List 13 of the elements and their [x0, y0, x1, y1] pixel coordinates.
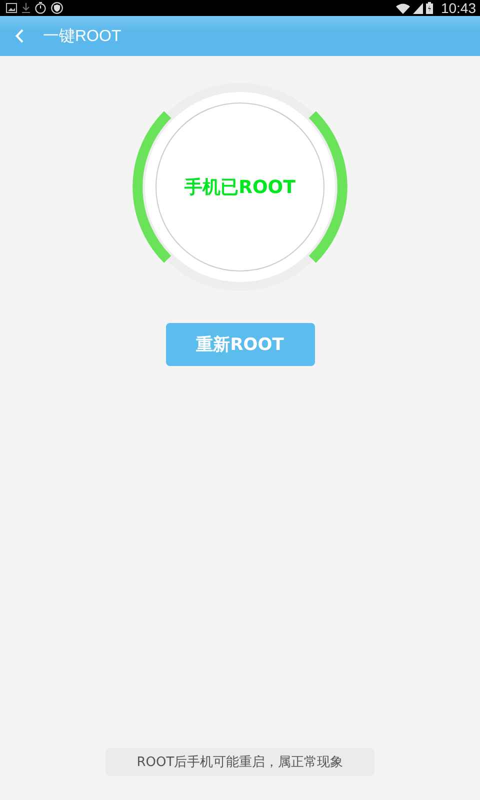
timer-icon: [35, 2, 46, 14]
back-icon[interactable]: [15, 29, 24, 43]
download-icon: [22, 3, 30, 13]
signal-icon: [412, 2, 423, 14]
status-time: 10:43: [440, 0, 476, 16]
shield-icon: [51, 2, 63, 14]
toast-message: ROOT后手机可能重启，属正常现象: [105, 748, 375, 776]
wifi-icon: [396, 2, 410, 14]
picture-icon: [6, 3, 17, 13]
app-title: 一键ROOT: [43, 26, 122, 46]
root-status-text: 手机已ROOT: [184, 176, 296, 199]
battery-icon: [426, 2, 433, 14]
re-root-button[interactable]: 重新ROOT: [166, 323, 314, 366]
